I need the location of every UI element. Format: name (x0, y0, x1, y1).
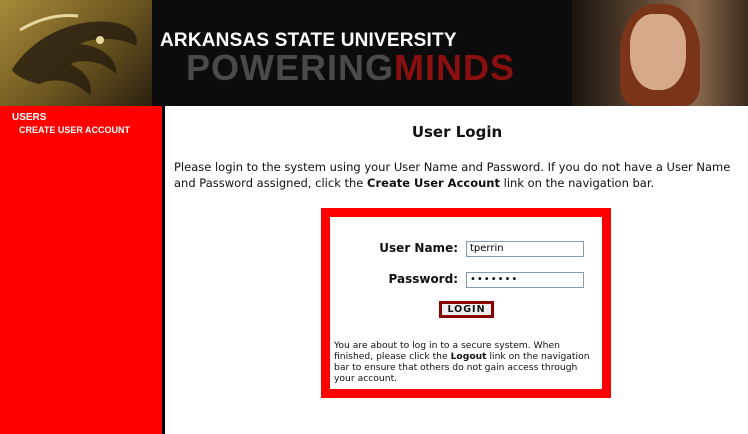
logout-ref: Logout (450, 351, 487, 362)
student-photo-icon (572, 0, 748, 106)
username-input[interactable]: tperrin (466, 241, 584, 257)
nav-heading-users: USERS (12, 112, 47, 123)
red-wolf-logo-icon (0, 0, 152, 106)
navigation-sidebar (0, 106, 162, 434)
login-button[interactable]: LOGIN (439, 301, 494, 318)
page-title: User Login (411, 123, 503, 141)
sidebar-divider (162, 106, 165, 434)
password-label: Password: (388, 272, 459, 286)
tagline: POWERINGMINDS (186, 47, 515, 89)
sidebar-item-create-user-account[interactable]: CREATE USER ACCOUNT (19, 125, 130, 135)
intro-text-part2: link on the navigation bar. (499, 176, 655, 190)
tagline-minds: MINDS (394, 47, 516, 88)
secure-system-message: You are about to log in to a secure syst… (334, 340, 596, 384)
site-header: ARKANSAS STATE UNIVERSITY POWERINGMINDS (0, 0, 748, 106)
intro-text: Please login to the system using your Us… (174, 159, 744, 191)
username-label: User Name: (379, 241, 458, 255)
photo-face (630, 14, 686, 90)
tagline-powering: POWERING (186, 47, 395, 88)
password-input[interactable]: ••••••• (466, 272, 584, 288)
create-user-account-ref: Create User Account (367, 176, 500, 190)
logo-graphic (12, 14, 137, 96)
